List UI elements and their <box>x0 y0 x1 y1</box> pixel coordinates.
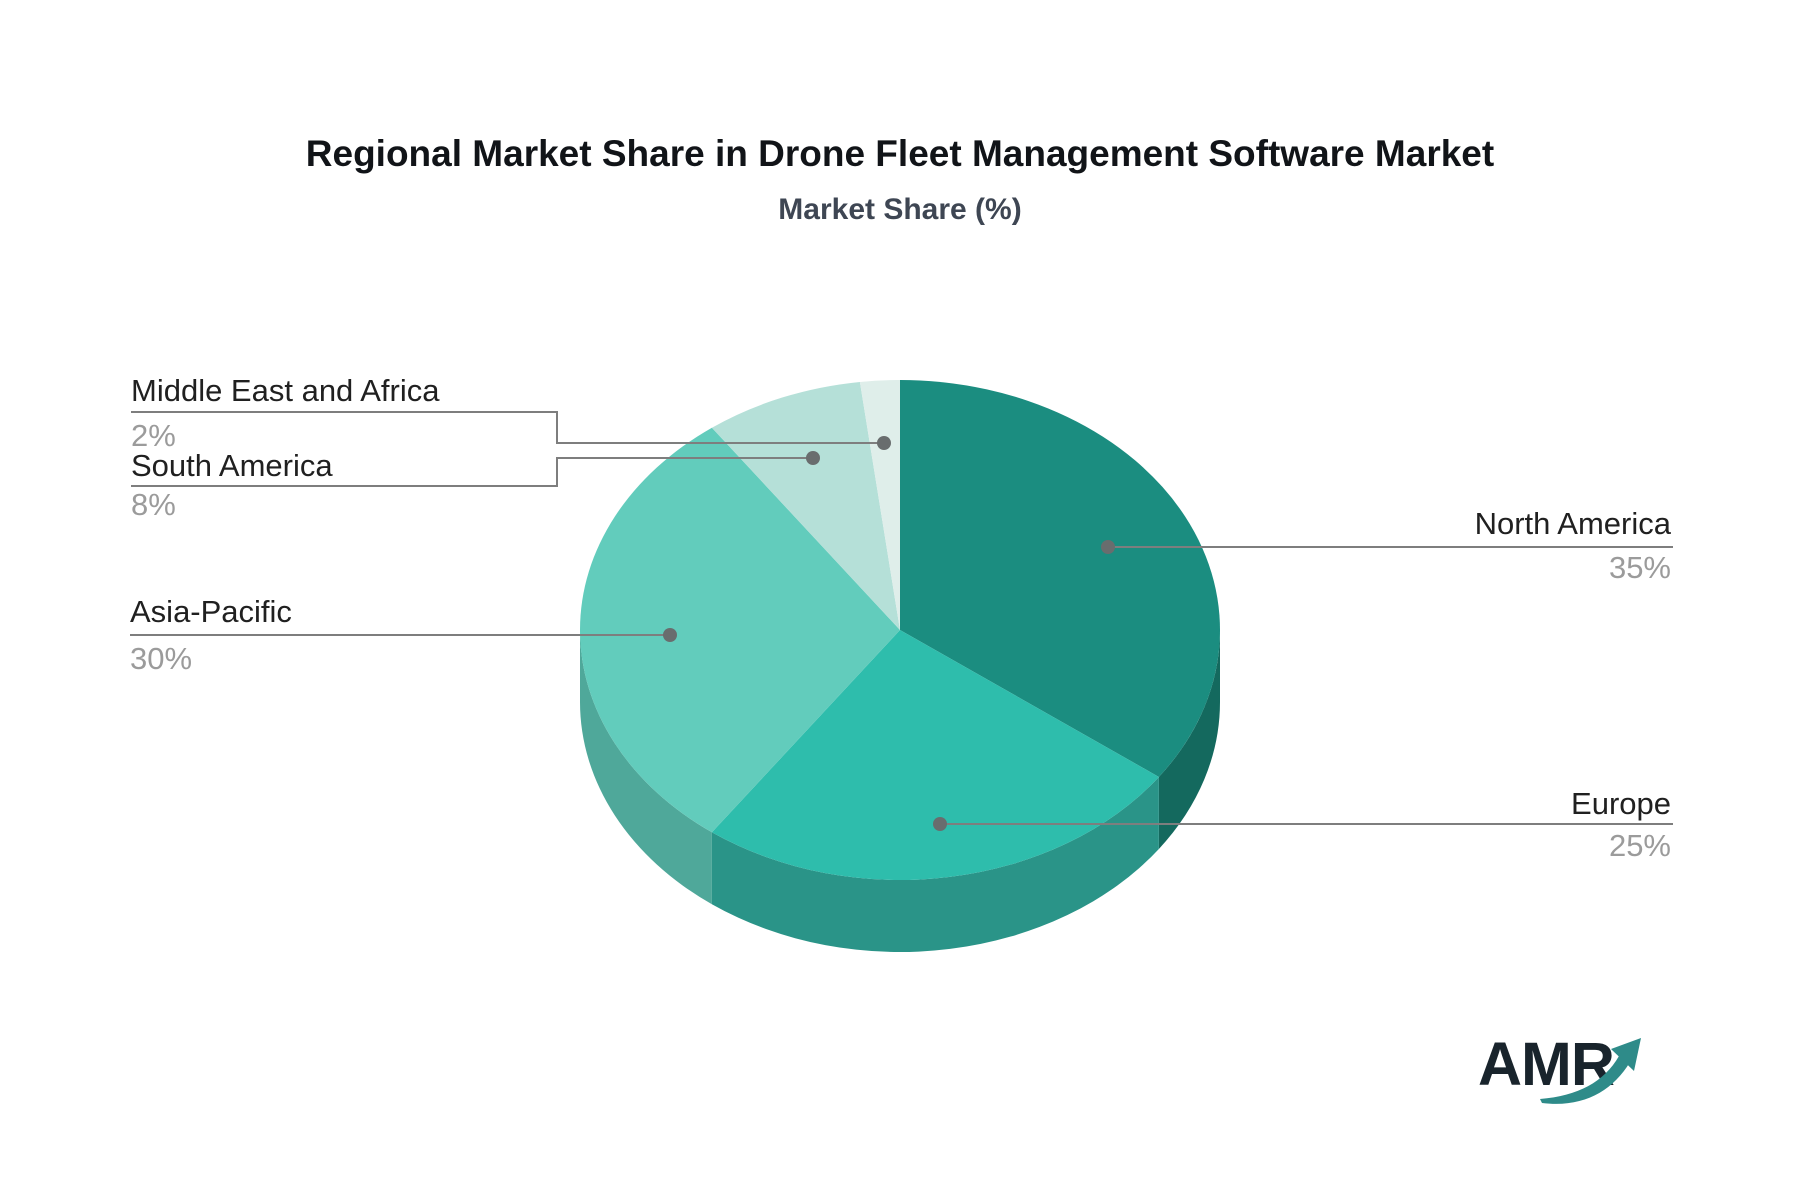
slice-percent-middle-east-and-africa: 2% <box>131 418 176 453</box>
leader-dot-middle-east-and-africa <box>877 436 891 450</box>
amr-logo: AMR <box>1478 1030 1641 1104</box>
slice-percent-europe: 25% <box>1609 828 1671 863</box>
slice-label-asia-pacific: Asia-Pacific <box>130 594 292 629</box>
leader-dot-north-america <box>1101 540 1115 554</box>
leader-dot-europe <box>933 817 947 831</box>
chart-title: Regional Market Share in Drone Fleet Man… <box>306 133 1494 174</box>
pie-chart-canvas: Regional Market Share in Drone Fleet Man… <box>130 133 1673 1104</box>
slice-label-south-america: South America <box>131 448 333 483</box>
leader-dot-asia-pacific <box>663 628 677 642</box>
slice-label-middle-east-and-africa: Middle East and Africa <box>131 373 440 408</box>
slice-percent-north-america: 35% <box>1609 550 1671 585</box>
chart-subtitle: Market Share (%) <box>778 193 1021 226</box>
pie-slices-layer <box>579 380 1220 880</box>
slice-percent-south-america: 8% <box>131 487 176 522</box>
slice-label-europe: Europe <box>1571 786 1671 821</box>
chart-page: Regional Market Share in Drone Fleet Man… <box>0 0 1800 1196</box>
slice-percent-asia-pacific: 30% <box>130 641 192 676</box>
leader-dot-south-america <box>806 451 820 465</box>
slice-label-north-america: North America <box>1475 506 1672 541</box>
